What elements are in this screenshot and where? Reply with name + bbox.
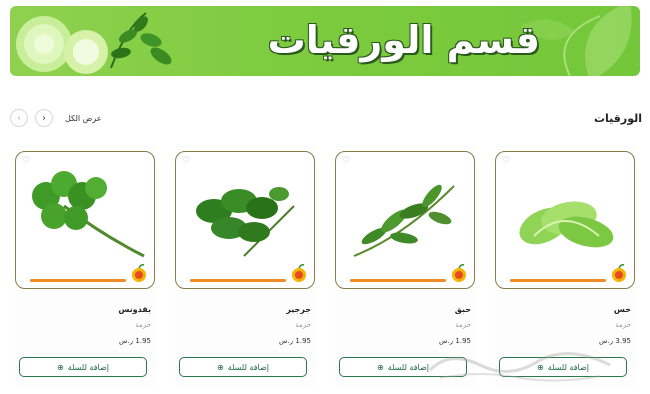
product-name[interactable]: حبق	[455, 305, 471, 314]
basil-image	[353, 184, 455, 257]
banner-title: قسم الورقيات	[267, 18, 540, 62]
basket-icon: ⊕	[217, 362, 224, 372]
heart-icon[interactable]: ♡	[502, 156, 512, 166]
section-title: الورقيات	[593, 112, 642, 125]
add-to-cart-button[interactable]: إضافة للسلة ⊕	[19, 357, 147, 377]
product-image-frame[interactable]: ♡	[335, 151, 475, 289]
product-image-frame[interactable]: ♡	[495, 151, 635, 289]
product-image-frame[interactable]: ♡	[15, 151, 155, 289]
chevron-right-icon: ›	[42, 112, 46, 124]
parsley-image	[32, 171, 145, 258]
progress-bar	[30, 279, 126, 282]
watermark-logo	[428, 352, 611, 382]
price-value: 1.95	[295, 337, 311, 345]
lettuce-and-herbs-image	[16, 12, 172, 74]
product-unit: حزمة	[615, 321, 631, 329]
product-image-frame[interactable]: ♡	[175, 151, 315, 289]
heart-icon[interactable]: ♡	[22, 156, 32, 166]
product-price: 1.95 ر.س	[279, 337, 311, 345]
carousel-next-button[interactable]: ›	[35, 109, 53, 127]
arugula-image	[196, 187, 295, 257]
product-unit: حزمة	[295, 321, 311, 329]
product-name[interactable]: خس	[614, 305, 631, 314]
product-card[interactable]: ♡ جرجير حزمة 1.95 ر.س إضافة للسلة ⊕	[175, 145, 317, 387]
basket-icon: ⊕	[377, 362, 384, 372]
chevron-left-icon: ‹	[17, 112, 21, 124]
product-unit: حزمة	[455, 321, 471, 329]
add-to-cart-label: إضافة للسلة	[67, 362, 109, 372]
currency-label: ر.س	[119, 337, 134, 345]
product-card[interactable]: ♡ بقدونس حزمة 1.95 ر.س إضافة للسلة ⊕	[15, 145, 157, 387]
product-price: 1.95 ر.س	[119, 337, 151, 345]
product-name[interactable]: جرجير	[286, 305, 311, 314]
lettuce-image	[519, 201, 614, 248]
add-to-cart-button[interactable]: إضافة للسلة ⊕	[179, 357, 307, 377]
carousel-prev-button[interactable]: ‹	[10, 109, 28, 127]
product-unit: حزمة	[135, 321, 151, 329]
progress-bar	[350, 279, 446, 282]
price-value: 1.95	[135, 337, 151, 345]
progress-bar	[510, 279, 606, 282]
add-to-cart-label: إضافة للسلة	[227, 362, 269, 372]
product-name[interactable]: بقدونس	[118, 305, 151, 314]
heart-icon[interactable]: ♡	[342, 156, 352, 166]
store-logo-icon	[612, 264, 626, 282]
progress-bar	[190, 279, 286, 282]
store-logo-icon	[452, 264, 466, 282]
basket-icon: ⊕	[57, 362, 64, 372]
store-logo-icon	[292, 264, 306, 282]
category-banner: قسم الورقيات	[10, 6, 640, 76]
store-logo-icon	[132, 264, 146, 282]
currency-label: ر.س	[279, 337, 294, 345]
heart-icon[interactable]: ♡	[182, 156, 192, 166]
view-all-link[interactable]: عرض الكل	[65, 114, 102, 123]
